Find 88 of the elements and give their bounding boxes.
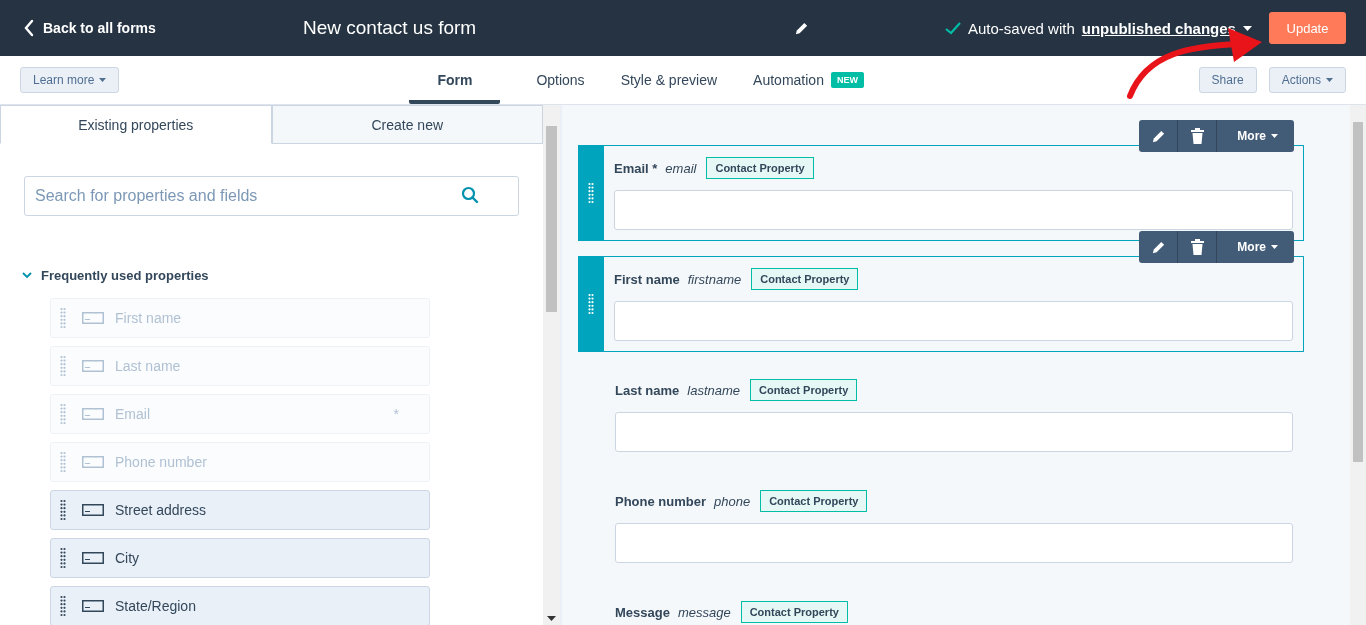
drag-handle-icon xyxy=(60,307,66,329)
field-label: Email * xyxy=(614,160,658,176)
contact-property-tag: Contact Property xyxy=(706,157,814,179)
drag-handle-icon xyxy=(588,182,594,204)
required-mark: * xyxy=(393,406,399,422)
drag-handle[interactable] xyxy=(578,145,604,241)
group-header[interactable]: Frequently used properties xyxy=(22,268,543,283)
drag-handle-icon xyxy=(60,499,66,521)
input-field[interactable] xyxy=(614,190,1293,230)
share-button[interactable]: Share xyxy=(1198,67,1257,93)
field-label: Phone number xyxy=(615,493,706,509)
text-field-icon xyxy=(82,360,104,372)
property-label: State/Region xyxy=(115,598,196,614)
form-field[interactable]: Last name lastname Contact Property xyxy=(578,367,1304,463)
property-label: Last name xyxy=(115,358,181,374)
form-field[interactable]: Phone number phone Contact Property xyxy=(578,478,1304,574)
chevron-left-icon xyxy=(24,19,34,37)
panel-tab[interactable]: Existing properties xyxy=(0,105,272,144)
property-name: phone xyxy=(714,493,751,509)
text-field-icon xyxy=(82,408,104,420)
actions-button[interactable]: Actions xyxy=(1268,67,1346,93)
field-label: Last name xyxy=(615,382,680,398)
learn-more-button[interactable]: Learn more xyxy=(20,67,120,93)
field-label: First name xyxy=(614,271,680,287)
check-icon xyxy=(945,21,961,35)
unpublished-changes-link[interactable]: unpublished changes xyxy=(1081,19,1236,37)
scrollbar[interactable] xyxy=(1350,105,1366,625)
caret-icon xyxy=(99,78,107,82)
panel-tab[interactable]: Create new xyxy=(271,105,543,144)
property-name: email xyxy=(665,160,697,176)
text-field-icon xyxy=(82,600,104,612)
contact-property-tag: Contact Property xyxy=(750,379,858,401)
scroll-down-icon[interactable] xyxy=(547,616,556,621)
search-field[interactable]: Search for properties and fields xyxy=(24,176,519,216)
chevron-icon xyxy=(22,272,32,279)
property-name: message xyxy=(677,604,731,620)
caret-icon xyxy=(1271,134,1278,138)
caret-icon xyxy=(1326,78,1333,82)
drag-handle-icon xyxy=(588,293,594,315)
group-label: Frequently used properties xyxy=(41,268,209,283)
search-icon[interactable] xyxy=(461,186,479,204)
text-field-icon xyxy=(82,312,104,324)
form-title: New contact us form xyxy=(303,17,478,39)
input-field[interactable] xyxy=(614,301,1293,341)
property-label: First name xyxy=(115,310,182,326)
property-label: Phone number xyxy=(115,454,207,470)
property-label: City xyxy=(115,550,140,566)
trash-icon[interactable] xyxy=(1190,128,1204,144)
text-field-icon xyxy=(82,552,104,564)
property-name: lastname xyxy=(687,382,741,398)
property-item[interactable]: State/Region xyxy=(50,586,430,625)
form-field[interactable]: First name firstname Contact Property xyxy=(578,256,1304,352)
contact-property-tag: Contact Property xyxy=(751,268,859,290)
text-field-icon xyxy=(82,504,104,516)
trash-icon[interactable] xyxy=(1190,239,1204,255)
tab[interactable]: Options xyxy=(536,56,585,104)
property-label: Street address xyxy=(115,502,207,518)
property-item[interactable]: Street address xyxy=(50,490,430,530)
tab[interactable]: Automation xyxy=(753,56,824,104)
drag-handle-icon xyxy=(60,547,66,569)
scrollbar-thumb[interactable] xyxy=(1353,122,1363,462)
drag-handle[interactable] xyxy=(578,256,604,352)
drag-handle-icon xyxy=(60,451,66,473)
field-label: Message xyxy=(615,604,670,620)
new-badge: NEW xyxy=(830,72,864,88)
input-field[interactable] xyxy=(615,412,1293,452)
pencil-icon[interactable] xyxy=(1150,239,1166,255)
input-field[interactable] xyxy=(615,523,1293,563)
contact-property-tag: Contact Property xyxy=(760,490,868,512)
drag-handle-icon xyxy=(60,355,66,377)
property-item[interactable]: City xyxy=(50,538,430,578)
drag-handle-icon xyxy=(60,403,66,425)
property-label: Email xyxy=(115,406,150,422)
contact-property-tag: Contact Property xyxy=(740,601,848,623)
pencil-icon[interactable] xyxy=(1150,128,1166,144)
form-field[interactable]: Message message Contact Property xyxy=(578,589,1304,625)
caret-icon[interactable] xyxy=(1242,25,1252,31)
form-field[interactable]: Email * email Contact Property xyxy=(578,145,1304,241)
tab[interactable]: Style & preview xyxy=(620,56,718,104)
pencil-icon[interactable] xyxy=(794,20,809,36)
back-link[interactable]: Back to all forms xyxy=(24,19,279,37)
caret-icon xyxy=(1271,245,1278,249)
property-name: firstname xyxy=(687,271,742,287)
save-status-text: Auto-saved with xyxy=(968,19,1075,37)
text-field-icon xyxy=(82,456,104,468)
scrollbar[interactable] xyxy=(543,105,560,625)
scrollbar-thumb[interactable] xyxy=(546,126,557,312)
drag-handle-icon xyxy=(60,595,66,617)
